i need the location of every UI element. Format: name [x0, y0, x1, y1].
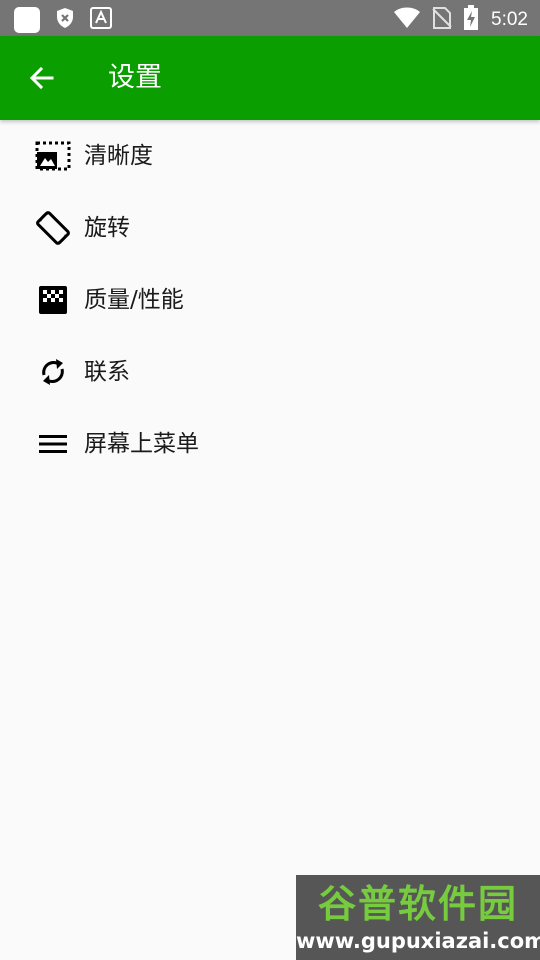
keyboard-a-icon	[90, 7, 112, 33]
app-bar: 设置	[0, 36, 540, 120]
back-button[interactable]	[22, 58, 62, 98]
page-title: 设置	[108, 62, 162, 93]
settings-list: 清晰度 旋转 质量/性能 联系 屏幕上菜单	[0, 120, 540, 480]
settings-item-label: 旋转	[84, 215, 130, 241]
no-sim-icon	[431, 6, 453, 34]
settings-item-label: 质量/性能	[84, 287, 184, 313]
settings-item-resolution[interactable]: 清晰度	[0, 120, 540, 192]
watermark-title: 谷普软件园	[317, 882, 518, 926]
watermark: 谷普软件园 www.gupuxiazai.com	[296, 875, 540, 960]
settings-item-onscreen-menu[interactable]: 屏幕上菜单	[0, 408, 540, 480]
wifi-icon	[393, 6, 421, 34]
status-bar: 5:02	[0, 0, 540, 36]
settings-item-label: 屏幕上菜单	[84, 431, 199, 457]
menu-icon	[34, 425, 72, 463]
settings-item-quality[interactable]: 质量/性能	[0, 264, 540, 336]
battery-charging-icon	[463, 5, 479, 35]
settings-item-rotation[interactable]: 旋转	[0, 192, 540, 264]
quality-gradient-icon	[34, 281, 72, 319]
screen-rotation-icon	[34, 209, 72, 247]
arrow-back-icon	[29, 66, 54, 90]
sync-icon	[34, 353, 72, 391]
clock: 5:02	[491, 9, 528, 30]
settings-item-label: 清晰度	[84, 143, 153, 169]
resolution-icon	[34, 137, 72, 175]
notification-square-icon	[14, 7, 40, 33]
settings-item-contact[interactable]: 联系	[0, 336, 540, 408]
settings-item-label: 联系	[84, 359, 130, 385]
shield-x-icon	[53, 6, 77, 34]
watermark-url: www.gupuxiazai.com	[296, 929, 540, 953]
